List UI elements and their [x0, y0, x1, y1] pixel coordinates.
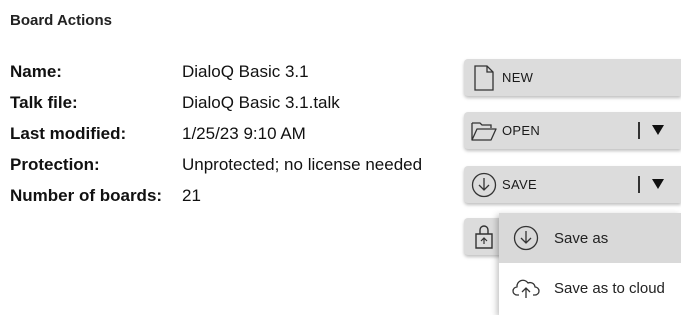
property-value: Unprotected; no license needed	[182, 154, 423, 174]
board-actions-panel: Board Actions Name: DialoQ Basic 3.1 Tal…	[0, 0, 681, 315]
property-value: DialoQ Basic 3.1	[182, 61, 309, 81]
property-row-number-of-boards: Number of boards: 21	[10, 180, 422, 211]
property-label: Talk file:	[10, 92, 78, 112]
property-label: Number of boards:	[10, 185, 163, 205]
caret-down-icon	[652, 125, 664, 135]
split-divider	[638, 176, 640, 193]
board-properties: Name: DialoQ Basic 3.1 Talk file: DialoQ…	[10, 56, 422, 211]
share-bag-icon	[470, 223, 498, 251]
property-label: Name:	[10, 61, 62, 81]
split-divider	[638, 122, 640, 139]
property-row-talk-file: Talk file: DialoQ Basic 3.1.talk	[10, 87, 422, 118]
cloud-upload-icon	[512, 274, 540, 302]
download-circle-icon	[512, 224, 540, 252]
property-label: Protection:	[10, 154, 100, 174]
property-row-protection: Protection: Unprotected; no license need…	[10, 149, 422, 180]
menu-item-save-as[interactable]: Save as	[499, 213, 681, 263]
folder-open-icon	[470, 117, 498, 145]
menu-item-save-as-to-cloud[interactable]: Save as to cloud	[499, 263, 681, 313]
property-value: DialoQ Basic 3.1.talk	[182, 92, 340, 112]
property-value: 1/25/23 9:10 AM	[182, 123, 306, 143]
save-dropdown-menu: Save as Save as to cloud	[499, 213, 681, 315]
property-row-last-modified: Last modified: 1/25/23 9:10 AM	[10, 118, 422, 149]
save-button-label: SAVE	[502, 177, 537, 192]
menu-item-label: Save as to cloud	[554, 279, 665, 297]
open-dropdown-toggle[interactable]	[649, 121, 667, 139]
panel-title: Board Actions	[10, 12, 112, 29]
save-button[interactable]: SAVE	[464, 166, 681, 203]
new-button-label: NEW	[502, 70, 534, 85]
property-row-name: Name: DialoQ Basic 3.1	[10, 56, 422, 87]
property-value: 21	[182, 185, 201, 205]
menu-item-label: Save as	[554, 229, 609, 247]
download-circle-icon	[470, 171, 498, 199]
caret-down-icon	[652, 179, 664, 189]
new-button[interactable]: NEW	[464, 59, 681, 96]
save-dropdown-toggle[interactable]	[649, 175, 667, 193]
file-icon	[470, 64, 498, 92]
open-button-label: OPEN	[502, 123, 541, 138]
open-button[interactable]: OPEN	[464, 112, 681, 149]
property-label: Last modified:	[10, 123, 127, 143]
share-button[interactable]	[464, 218, 504, 255]
